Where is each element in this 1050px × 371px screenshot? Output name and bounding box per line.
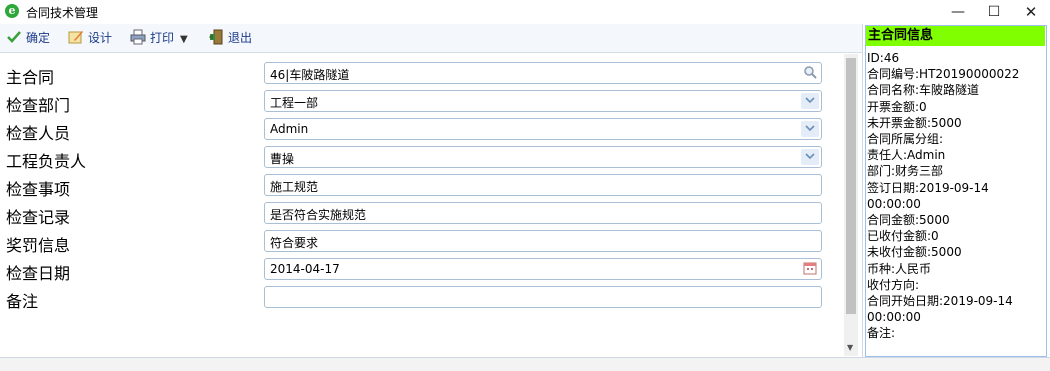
design-label: 设计 [88,31,113,45]
scrollbar-thumb[interactable] [846,58,856,314]
printer-icon [130,29,146,45]
inspection-date-value: 2014-04-17 [270,262,340,276]
dropdown-caret-icon[interactable]: ▼ [180,34,188,45]
confirm-label: 确定 [26,31,51,45]
label-project-manager: 工程负责人 [6,152,87,171]
project-manager-select[interactable]: 曹操 [264,146,822,168]
form-scrollbar[interactable]: ▼ [844,54,858,356]
panel-divider [862,24,863,357]
chevron-down-icon[interactable] [801,93,819,109]
inspection-record-input[interactable]: 是否符合实施规范 [264,202,822,224]
label-inspection-item: 检查事项 [6,180,71,199]
design-button[interactable]: 设计 [68,28,112,48]
inspection-department-value: 工程一部 [270,96,319,110]
exit-door-icon [208,29,224,45]
window-bottom-border [0,357,1050,371]
main-contract-info-panel: 主合同信息 ID:46 合同编号:HT20190000022 合同名称:车陂路隧… [865,25,1047,357]
reward-penalty-input[interactable]: 符合要求 [264,230,822,252]
info-line: 合同名称:车陂路隧道 [867,83,980,98]
info-line: 合同开始日期:2019-09-14 [867,294,1013,309]
inspector-value: Admin [270,122,309,136]
print-button[interactable]: 打印 ▼ [130,28,188,48]
minimize-button[interactable]: — [946,2,970,22]
chevron-down-icon[interactable] [801,149,819,165]
title-bar: e 合同技术管理 — ☐ ✕ [0,0,1050,24]
search-icon[interactable] [801,65,819,81]
edit-icon [68,29,84,45]
main-contract-value: 46|车陂路隧道 [270,68,350,82]
reward-penalty-value: 符合要求 [270,236,319,250]
info-line: 备注: [867,326,896,341]
calendar-icon[interactable] [801,261,819,277]
label-remarks: 备注 [6,292,39,311]
remarks-input[interactable] [264,286,822,308]
info-line: 00:00:00 [867,310,921,325]
scroll-down-arrow-icon[interactable]: ▼ [847,343,853,352]
window-title: 合同技术管理 [26,6,99,20]
inspection-item-input[interactable]: 施工规范 [264,174,822,196]
info-line: 合同所属分组: [867,132,944,147]
confirm-button[interactable]: 确定 [6,28,50,48]
info-line: 开票金额:0 [867,99,927,114]
info-line: 合同编号:HT20190000022 [867,67,1020,82]
chevron-down-icon[interactable] [801,121,819,137]
inspection-record-value: 是否符合实施规范 [270,208,367,222]
inspection-item-value: 施工规范 [270,180,319,194]
inspection-date-input[interactable]: 2014-04-17 [264,258,822,280]
form-area: 主合同 46|车陂路隧道 检查部门 工程一部 检查人员 Admin 工程负责人 … [0,53,843,357]
info-line: 00:00:00 [867,196,921,211]
info-line: 责任人:Admin [867,148,946,163]
label-inspection-department: 检查部门 [6,96,71,115]
print-label: 打印 [150,31,175,45]
inspection-department-select[interactable]: 工程一部 [264,90,822,112]
main-contract-field[interactable]: 46|车陂路隧道 [264,62,822,84]
project-manager-value: 曹操 [270,152,295,166]
label-inspection-date: 检查日期 [6,264,71,283]
exit-button[interactable]: 退出 [208,28,252,48]
info-line: 签订日期:2019-09-14 [867,180,989,195]
info-line: 已收付金额:0 [867,229,939,244]
exit-label: 退出 [228,31,253,45]
inspector-select[interactable]: Admin [264,118,822,140]
label-inspector: 检查人员 [6,124,71,143]
info-line: 币种:人民币 [867,261,932,276]
close-button[interactable]: ✕ [1019,2,1043,22]
info-line: 部门:财务三部 [867,164,944,179]
label-main-contract: 主合同 [6,68,55,87]
app-logo-icon: e [5,4,19,18]
maximize-button[interactable]: ☐ [982,2,1006,22]
info-line: 收付方向: [867,277,920,292]
info-line: ID:46 [867,51,900,65]
label-reward-penalty: 奖罚信息 [6,236,71,255]
label-inspection-record: 检查记录 [6,208,71,227]
panel-info-list: ID:46 合同编号:HT20190000022 合同名称:车陂路隧道 开票金额… [867,50,1019,342]
info-line: 合同金额:5000 [867,213,950,228]
toolbar: 确定 设计 打印 ▼ 退出 [0,24,862,53]
panel-header: 主合同信息 [866,26,1045,46]
info-line: 未开票金额:5000 [867,115,962,130]
checkmark-icon [6,29,22,45]
info-line: 未收付金额:5000 [867,245,962,260]
